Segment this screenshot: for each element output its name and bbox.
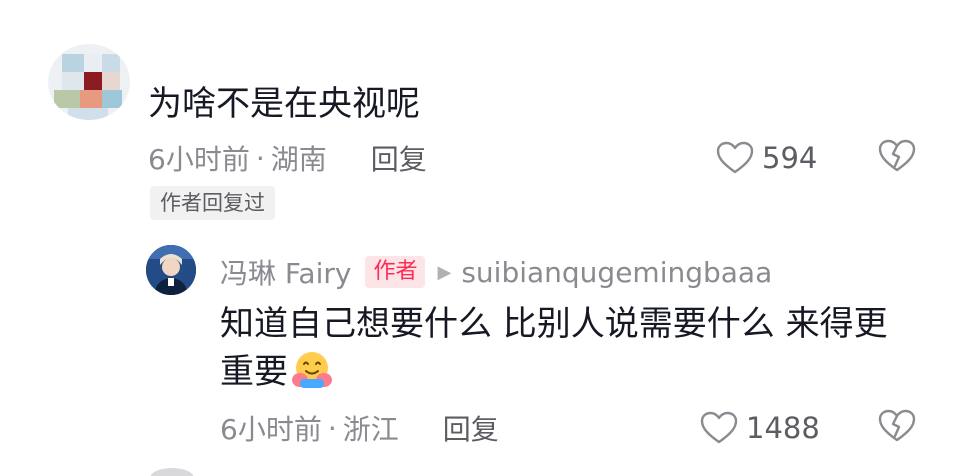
reply-to-username[interactable]: suibianqugemingbaaa	[461, 256, 772, 289]
reply-like-count: 1488	[746, 411, 820, 445]
reply-text-block: 知道自己想要什么 比别人说需要什么 来得更重要	[220, 300, 920, 396]
heart-icon	[700, 411, 738, 444]
play-arrow-icon: ▶	[437, 261, 452, 283]
reply-like-button[interactable]: 1488	[700, 406, 820, 450]
reply-meta: 6小时前 · 浙江 回复	[220, 406, 499, 450]
comment-location: 湖南	[270, 143, 327, 176]
reply-time: 6小时前	[220, 413, 322, 446]
reply-location: 浙江	[342, 413, 399, 446]
heart-icon	[716, 141, 754, 174]
reply-header: 冯琳 Fairy 作者 ▶ suibianqugemingbaaa	[220, 250, 772, 294]
author-username[interactable]: 冯琳 Fairy	[220, 252, 351, 292]
author-avatar[interactable]	[146, 245, 196, 295]
author-avatar-image	[146, 245, 196, 295]
meta-separator: ·	[255, 141, 265, 175]
meta-separator: ·	[327, 411, 337, 445]
comment-reply-button[interactable]: 回复	[371, 138, 427, 178]
commenter-avatar[interactable]	[48, 44, 130, 120]
broken-heart-icon[interactable]	[878, 139, 916, 173]
comment-text: 为啥不是在央视呢	[148, 84, 420, 124]
next-comment-avatar[interactable]	[150, 468, 194, 476]
reply-reply-button[interactable]: 回复	[443, 408, 499, 448]
broken-heart-icon[interactable]	[878, 409, 916, 443]
comment-like-count: 594	[762, 141, 818, 175]
comment-like-button[interactable]: 594	[716, 136, 817, 180]
author-tag: 作者	[365, 256, 426, 288]
author-replied-badge: 作者回复过	[150, 186, 275, 220]
hugging-face-icon	[292, 352, 332, 388]
comment-meta: 6小时前 · 湖南 回复	[148, 136, 427, 180]
comment-time: 6小时前	[148, 143, 250, 176]
